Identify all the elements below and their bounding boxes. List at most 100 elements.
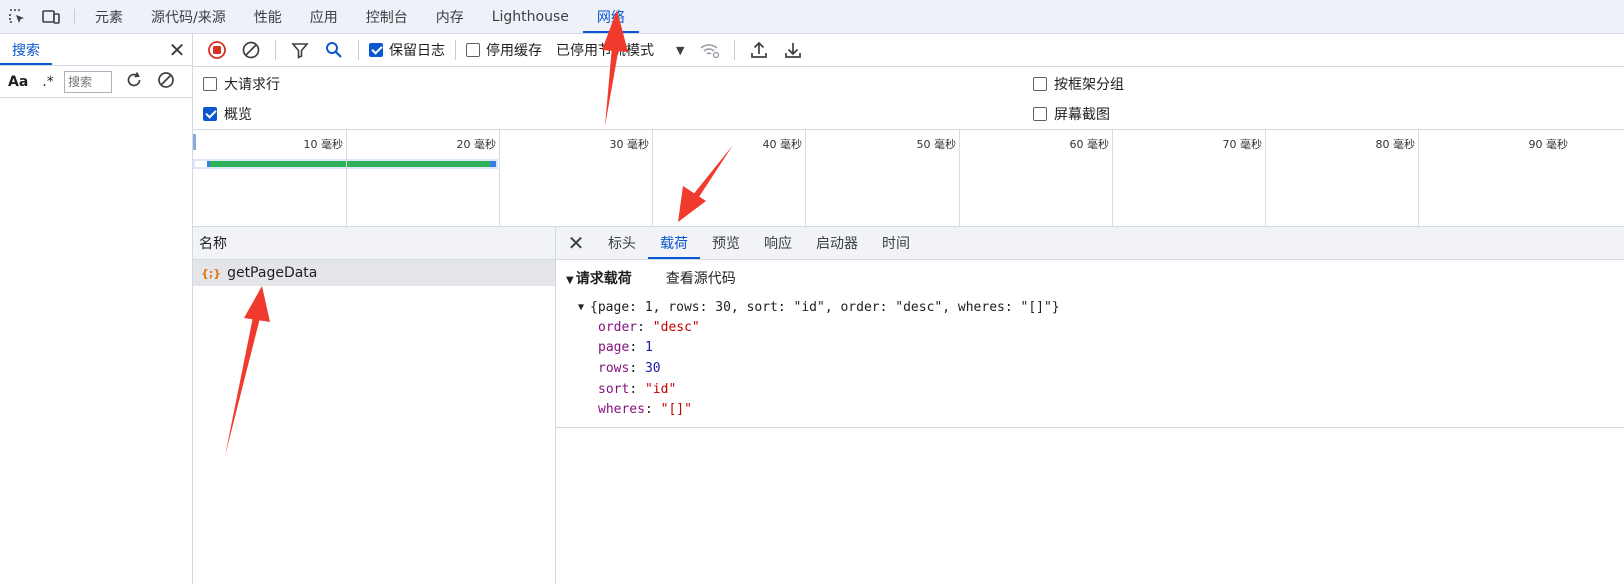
device-toolbar-icon[interactable] xyxy=(34,0,68,33)
payload-section: ▼ 请求载荷 查看源代码 ▼ {page: 1, rows: 30, sort: … xyxy=(556,260,1624,428)
close-icon[interactable]: ✕ xyxy=(556,227,596,259)
refresh-icon[interactable] xyxy=(124,70,144,94)
search-panel: 搜索 ✕ Aa .* xyxy=(0,34,193,584)
tab-timing[interactable]: 时间 xyxy=(870,227,922,259)
tab-memory[interactable]: 内存 xyxy=(422,0,478,33)
timeline-left-handle[interactable] xyxy=(193,134,196,150)
overview-checkbox[interactable]: 概览 xyxy=(203,104,252,124)
tab-application[interactable]: 应用 xyxy=(296,0,352,33)
disable-cache-checkbox[interactable]: 停用缓存 xyxy=(466,40,542,60)
checkbox-unchecked[interactable] xyxy=(1033,77,1047,91)
payload-field: sort: "id" xyxy=(598,381,677,397)
search-icon[interactable] xyxy=(320,36,348,64)
expand-triangle-icon: ▼ xyxy=(566,275,574,286)
export-har-icon[interactable] xyxy=(779,36,807,64)
toolbar-divider xyxy=(455,40,456,60)
throttling-value: 已停用节流模式 xyxy=(556,43,654,59)
stop-recording-icon[interactable] xyxy=(203,36,231,64)
request-list: 名称 {;} getPageData xyxy=(193,227,556,584)
toolbar-divider xyxy=(734,40,736,60)
close-icon[interactable]: ✕ xyxy=(162,34,192,65)
name-column-header[interactable]: 名称 xyxy=(193,227,555,260)
timeline-tick-label: 80 毫秒 xyxy=(1375,138,1416,151)
timeline-grid-line xyxy=(959,130,960,227)
payload-summary-text: {page: 1, rows: 30, sort: "id", order: "… xyxy=(590,299,1060,315)
request-details: ✕ 标头 载荷 预览 响应 启动器 时间 ▼ 请求载荷 查看源代码 ▼ {page… xyxy=(556,227,1624,584)
timeline-grid-line xyxy=(805,130,806,227)
timeline-request-queue xyxy=(195,161,207,167)
checkbox-checked[interactable] xyxy=(369,43,383,57)
payload-field: wheres: "[]" xyxy=(598,402,692,418)
overview-label: 概览 xyxy=(224,107,252,123)
timeline-tick-label: 70 毫秒 xyxy=(1222,138,1263,151)
timeline-tick-label: 30 毫秒 xyxy=(609,138,650,151)
search-panel-header: 搜索 ✕ xyxy=(0,34,192,66)
payload-section-header[interactable]: ▼ 请求载荷 查看源代码 xyxy=(566,268,1614,288)
large-rows-checkbox[interactable]: 大请求行 xyxy=(203,74,280,94)
tab-response[interactable]: 响应 xyxy=(752,227,804,259)
checkbox-unchecked[interactable] xyxy=(203,77,217,91)
search-tools: Aa .* xyxy=(0,66,192,98)
match-case-toggle[interactable]: Aa xyxy=(8,74,32,90)
tab-performance[interactable]: 性能 xyxy=(240,0,296,33)
timeline-grid-line xyxy=(346,130,347,227)
expand-triangle-icon: ▼ xyxy=(578,301,585,313)
clear-log-icon[interactable] xyxy=(237,36,265,64)
payload-section-title[interactable]: ▼ 请求载荷 xyxy=(566,268,632,288)
request-row[interactable]: {;} getPageData xyxy=(193,260,555,286)
tab-preview[interactable]: 预览 xyxy=(700,227,752,259)
tab-network[interactable]: 网络 xyxy=(582,0,639,33)
payload-object-summary[interactable]: ▼ {page: 1, rows: 30, sort: "id", order:… xyxy=(578,297,1614,317)
preserve-log-checkbox[interactable]: 保留日志 xyxy=(369,40,445,60)
timeline-request-end xyxy=(490,161,496,167)
timeline-tick-label: 10 毫秒 xyxy=(303,138,344,151)
checkbox-unchecked[interactable] xyxy=(466,43,480,57)
toolbar-divider xyxy=(74,9,75,24)
timeline-tick-label: 40 毫秒 xyxy=(762,138,803,151)
tab-elements[interactable]: 元素 xyxy=(81,0,137,33)
screenshots-label: 屏幕截图 xyxy=(1054,107,1110,123)
group-by-frame-checkbox[interactable]: 按框架分组 xyxy=(1033,74,1124,94)
network-toolbar: 保留日志 停用缓存 已停用节流模式 ▼ xyxy=(193,34,1624,67)
payload-field: order: "desc" xyxy=(598,319,700,335)
timeline-grid-line xyxy=(652,130,653,227)
toolbar-divider xyxy=(358,40,359,60)
request-name: getPageData xyxy=(227,265,318,281)
network-conditions-icon[interactable] xyxy=(696,36,724,64)
regex-toggle[interactable]: .* xyxy=(38,74,58,90)
import-har-icon[interactable] xyxy=(745,36,773,64)
tab-headers[interactable]: 标头 xyxy=(596,227,648,259)
network-options: 大请求行 概览 按框架分组 屏幕截图 xyxy=(193,67,1624,130)
checkbox-unchecked[interactable] xyxy=(1033,107,1047,121)
tab-payload[interactable]: 载荷 xyxy=(648,227,700,259)
checkbox-checked[interactable] xyxy=(203,107,217,121)
timeline-grid-line xyxy=(1112,130,1113,227)
view-source-link[interactable]: 查看源代码 xyxy=(666,268,736,288)
tab-sources[interactable]: 源代码/来源 xyxy=(137,0,240,33)
clear-icon[interactable] xyxy=(156,70,176,94)
timeline-request-bar xyxy=(210,161,492,167)
group-by-frame-label: 按框架分组 xyxy=(1054,77,1124,93)
timeline-tick-label: 20 毫秒 xyxy=(456,138,497,151)
throttling-select[interactable]: 已停用节流模式 ▼ xyxy=(556,40,684,60)
filter-icon[interactable] xyxy=(286,36,314,64)
xhr-icon: {;} xyxy=(201,266,222,280)
timeline-grid-line xyxy=(1265,130,1266,227)
inspect-element-icon[interactable] xyxy=(0,0,34,33)
disable-cache-label: 停用缓存 xyxy=(486,43,542,59)
payload-field: rows: 30 xyxy=(598,360,661,376)
tab-console[interactable]: 控制台 xyxy=(352,0,422,33)
timeline-grid-line xyxy=(499,130,500,227)
tab-search[interactable]: 搜索 xyxy=(0,34,52,65)
large-rows-label: 大请求行 xyxy=(224,77,280,93)
toolbar-divider xyxy=(275,40,276,60)
devtools-tab-bar: 元素 源代码/来源 性能 应用 控制台 内存 Lighthouse 网络 xyxy=(0,0,1624,34)
timeline-overview[interactable]: 10 毫秒 20 毫秒 30 毫秒 40 毫秒 50 毫秒 60 毫秒 70 毫… xyxy=(193,130,1624,227)
timeline-grid-line xyxy=(1418,130,1419,227)
payload-field: page: 1 xyxy=(598,340,653,356)
search-input[interactable] xyxy=(64,70,112,93)
tab-lighthouse[interactable]: Lighthouse xyxy=(478,0,583,33)
dropdown-triangle-icon: ▼ xyxy=(676,43,685,57)
tab-initiator[interactable]: 启动器 xyxy=(804,227,870,259)
screenshots-checkbox[interactable]: 屏幕截图 xyxy=(1033,104,1110,124)
